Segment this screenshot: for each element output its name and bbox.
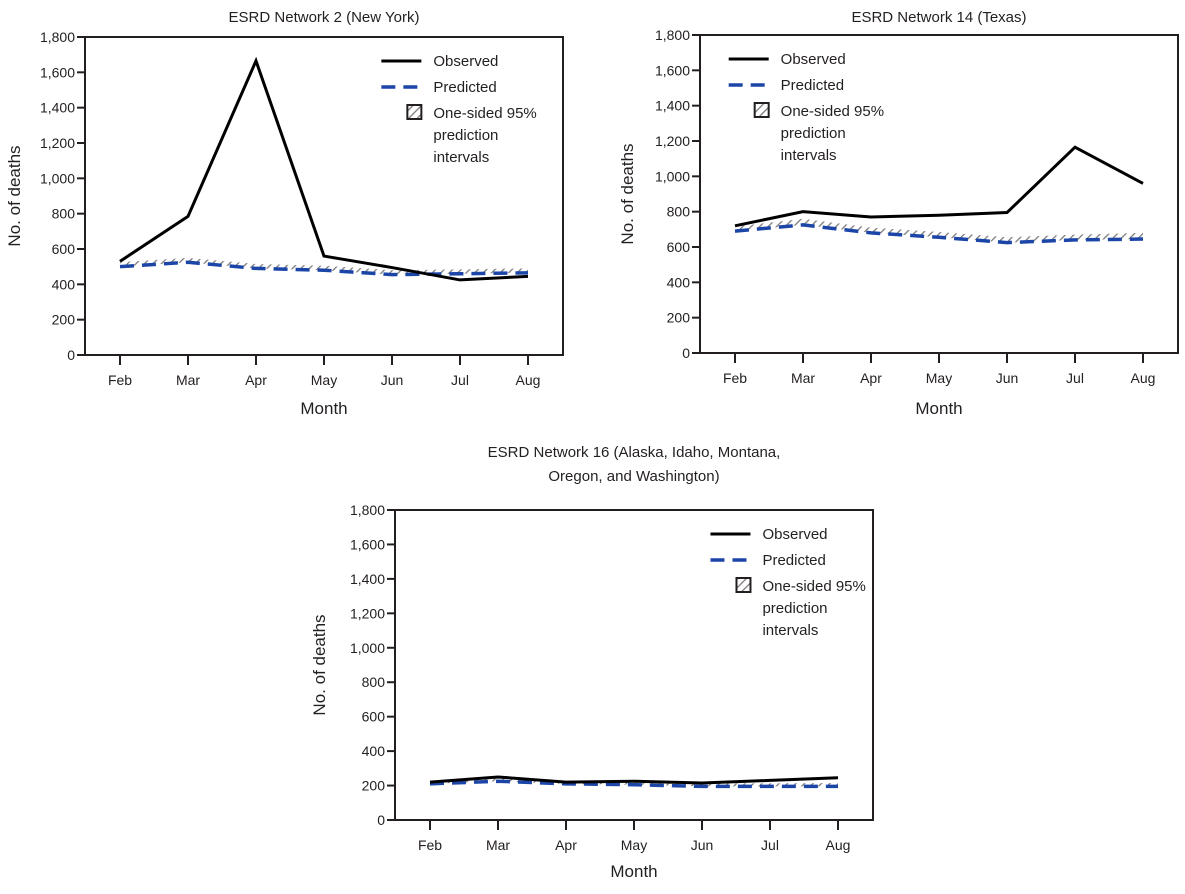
x-tick-label: Jun (381, 372, 404, 388)
x-tick-label: Jun (996, 370, 1019, 386)
x-tick-label: Feb (418, 837, 442, 853)
y-tick-label: 1,600 (40, 64, 75, 80)
x-tick-label: Jul (1066, 370, 1084, 386)
legend-label-predicted: Predicted (781, 77, 844, 94)
y-tick-label: 200 (362, 778, 386, 794)
legend-swatch-interval (407, 105, 421, 119)
y-axis-title: No. of deaths (618, 143, 637, 244)
plot-frame (700, 35, 1178, 353)
y-tick-label: 1,000 (40, 170, 75, 186)
legend-label-interval: prediction (762, 600, 827, 617)
y-tick-label: 400 (362, 743, 386, 759)
prediction-interval-band (120, 258, 528, 275)
x-tick-label: Jun (691, 837, 714, 853)
legend-label-interval: prediction (433, 127, 498, 144)
x-tick-label: Apr (860, 370, 882, 386)
x-tick-label: Apr (555, 837, 577, 853)
legend-label-interval: prediction (781, 125, 846, 142)
chart-panel-network-2: ESRD Network 2 (New York) 0 200 400 600 800 1,… (0, 0, 590, 430)
legend-label-interval: One-sided 95% (433, 105, 536, 122)
y-tick-label: 1,200 (655, 133, 690, 149)
y-axis-title: No. of deaths (5, 145, 24, 246)
x-tick-label: Mar (486, 837, 510, 853)
y-tick-label: 600 (667, 239, 691, 255)
y-tick-label: 1,600 (350, 536, 385, 552)
x-tick-label: Jul (761, 837, 779, 853)
legend-label-interval: One-sided 95% (762, 578, 865, 595)
y-tick-label: 400 (667, 274, 691, 290)
legend: Observed Predicted One-sided 95% prediction… (381, 53, 536, 166)
legend-label-observed: Observed (781, 51, 846, 68)
legend-label-predicted: Predicted (433, 79, 496, 96)
x-axis-title: Month (300, 399, 347, 418)
legend: Observed Predicted One-sided 95% prediction… (729, 51, 884, 164)
x-axis-title: Month (610, 862, 657, 881)
x-tick-label: Aug (1131, 370, 1156, 386)
x-tick-label: Aug (826, 837, 851, 853)
y-tick-label: 800 (667, 204, 691, 220)
y-tick-label: 0 (377, 812, 385, 828)
y-tick-label: 1,200 (40, 135, 75, 151)
legend-label-interval: intervals (762, 622, 818, 639)
legend-label-observed: Observed (762, 526, 827, 543)
chart-title: ESRD Network 16 (Alaska, Idaho, Montana, (488, 444, 781, 461)
x-tick-label: May (926, 370, 952, 386)
y-tick-label: 0 (67, 347, 75, 363)
x-tick-label: Jul (451, 372, 469, 388)
y-tick-label: 200 (52, 312, 76, 328)
chart-panel-network-16: ESRD Network 16 (Alaska, Idaho, Montana,… (295, 435, 885, 889)
chart-network-14: ESRD Network 14 (Texas) 0 200 400 600 800 1,00… (595, 0, 1185, 430)
x-tick-label: Feb (723, 370, 747, 386)
y-tick-label: 1,800 (655, 27, 690, 43)
chart-title: ESRD Network 2 (New York) (229, 9, 420, 26)
y-tick-label: 1,400 (655, 98, 690, 114)
legend: Observed Predicted One-sided 95% prediction… (710, 526, 865, 639)
y-axis-title: No. of deaths (310, 614, 329, 715)
x-tick-label: May (621, 837, 647, 853)
chart-title: ESRD Network 14 (Texas) (851, 9, 1026, 26)
x-tick-label: Mar (176, 372, 200, 388)
x-tick-label: Aug (516, 372, 541, 388)
legend-swatch-interval (736, 578, 750, 592)
y-tick-label: 1,800 (350, 502, 385, 518)
legend-label-interval: intervals (433, 149, 489, 166)
x-tick-label: May (311, 372, 337, 388)
y-tick-label: 1,000 (655, 168, 690, 184)
chart-title: Oregon, and Washington) (548, 468, 719, 485)
y-tick-label: 0 (682, 345, 690, 361)
chart-network-16: ESRD Network 16 (Alaska, Idaho, Montana,… (295, 435, 885, 889)
y-tick-label: 800 (52, 206, 76, 222)
y-tick-label: 1,400 (40, 100, 75, 116)
y-tick-label: 1,000 (350, 640, 385, 656)
y-tick-label: 800 (362, 674, 386, 690)
y-tick-label: 400 (52, 276, 76, 292)
x-axis-title: Month (915, 399, 962, 418)
y-tick-label: 1,800 (40, 29, 75, 45)
legend-label-interval: One-sided 95% (781, 103, 884, 120)
y-tick-label: 1,400 (350, 571, 385, 587)
chart-panel-network-14: ESRD Network 14 (Texas) 0 200 400 600 800 1,00… (595, 0, 1185, 430)
legend-label-predicted: Predicted (762, 552, 825, 569)
legend-label-interval: intervals (781, 147, 837, 164)
legend-swatch-interval (755, 103, 769, 117)
y-tick-label: 600 (362, 709, 386, 725)
x-tick-label: Feb (108, 372, 132, 388)
x-tick-label: Apr (245, 372, 267, 388)
legend-label-observed: Observed (433, 53, 498, 70)
y-tick-label: 200 (667, 310, 691, 326)
chart-network-2: ESRD Network 2 (New York) 0 200 400 600 800 1,… (0, 0, 590, 430)
y-tick-label: 1,200 (350, 605, 385, 621)
x-tick-label: Mar (791, 370, 815, 386)
y-tick-label: 600 (52, 241, 76, 257)
y-tick-label: 1,600 (655, 62, 690, 78)
